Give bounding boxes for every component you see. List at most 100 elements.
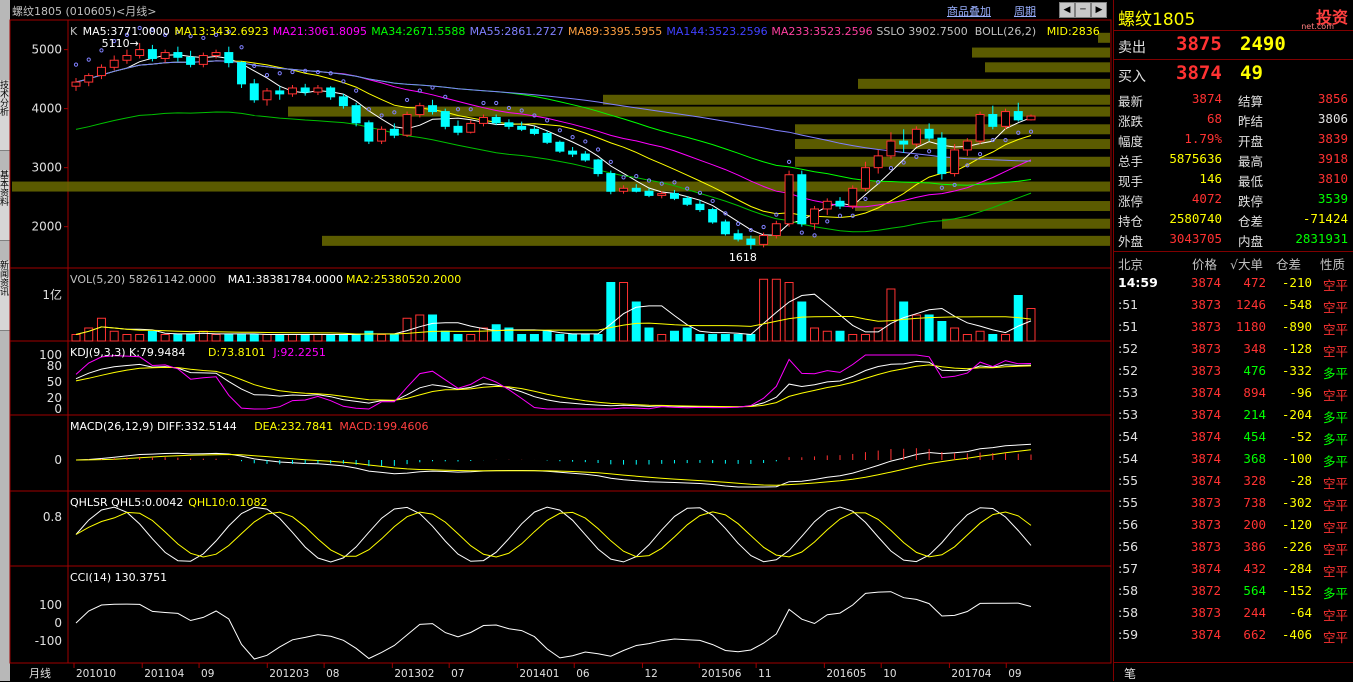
volume-bar <box>517 334 527 342</box>
x-axis-label: 09 <box>201 668 214 680</box>
volume-bar <box>682 327 692 342</box>
candle <box>848 185 858 209</box>
bid-volume: 49 <box>1240 62 1263 84</box>
candle-body <box>96 66 106 77</box>
volume-bar <box>109 330 119 342</box>
tick-row[interactable]: :54 3874 368 -100 多平 <box>1114 448 1353 470</box>
candle-body <box>657 193 667 196</box>
chart-area[interactable]: 50004000300020005110→16181亿100805020000.… <box>0 0 1113 681</box>
tick-row[interactable]: :56 3873 200 -120 空平 <box>1114 514 1353 536</box>
volume-bar <box>1026 308 1036 342</box>
quote-value: 4072 <box>1191 191 1222 206</box>
candle-body <box>440 111 450 127</box>
tick-nature: 多平 <box>1322 454 1348 469</box>
candle <box>797 170 807 227</box>
x-axis-period-label: 月线 <box>29 666 51 680</box>
candle-body <box>249 83 259 101</box>
sr-band <box>985 62 1110 73</box>
tick-row[interactable]: :51 3873 1246 -548 空平 <box>1114 294 1353 316</box>
volume-bar <box>759 278 769 342</box>
tick-row[interactable]: :52 3873 476 -332 多平 <box>1114 360 1353 382</box>
kdj-y-tick-label: 50 <box>47 375 62 389</box>
candle-body <box>733 233 743 240</box>
volume-bar <box>555 334 565 342</box>
tick-volume: 386 <box>1243 539 1266 554</box>
tick-row[interactable]: :57 3874 432 -284 空平 <box>1114 558 1353 580</box>
tick-volume: 348 <box>1243 341 1266 356</box>
x-axis-label: 201401 <box>519 668 559 680</box>
tick-price: 3874 <box>1190 385 1221 400</box>
quote-label: 内盘 <box>1238 234 1264 249</box>
tick-time: :59 <box>1118 627 1139 642</box>
tick-nature: 多平 <box>1322 366 1348 381</box>
quote-row: 现手 146 最低 3810 <box>1114 169 1353 189</box>
main-legend-6: MA89:3395.5955 <box>568 25 662 38</box>
quote-value: 68 <box>1206 111 1222 126</box>
tick-row[interactable]: :55 3874 328 -28 空平 <box>1114 470 1353 492</box>
sr-band <box>942 218 1110 229</box>
candle-body <box>198 55 208 65</box>
tick-volume: 368 <box>1243 451 1266 466</box>
volume-bar <box>644 327 654 342</box>
tick-row[interactable]: :51 3873 1180 -890 空平 <box>1114 316 1353 338</box>
tick-row[interactable]: :54 3874 454 -52 多平 <box>1114 426 1353 448</box>
kdj-y-tick-label: 0 <box>54 402 62 416</box>
tick-row[interactable]: :59 3874 662 -406 空平 <box>1114 624 1353 646</box>
tick-volume: 738 <box>1243 495 1266 510</box>
candle-body <box>580 153 590 161</box>
quote-label: 仓差 <box>1238 214 1264 229</box>
volume-bar <box>593 334 603 342</box>
x-axis-label: 11 <box>758 668 771 680</box>
tick-row[interactable]: :58 3872 564 -152 多平 <box>1114 580 1353 602</box>
candle-body <box>950 149 960 175</box>
tick-row[interactable]: :53 3874 894 -96 空平 <box>1114 382 1353 404</box>
tick-row[interactable]: :55 3873 738 -302 空平 <box>1114 492 1353 514</box>
tab-trades[interactable]: 笔 <box>1124 665 1136 682</box>
volume-bar <box>237 334 247 342</box>
tick-oi-change: -100 <box>1281 451 1312 466</box>
candle-body <box>1026 115 1036 121</box>
candle-body <box>606 173 616 192</box>
qhlsr-legend-0: QHLSR QHL5:0.0042 <box>70 496 183 509</box>
tick-row[interactable]: :56 3873 386 -226 空平 <box>1114 536 1353 558</box>
vol-legend-1: MA1:38381784.0000 <box>228 273 343 286</box>
volume-bar <box>1001 334 1011 342</box>
tick-oi-change: -226 <box>1281 539 1312 554</box>
quote-row: 总手 5875636 最高 3918 <box>1114 149 1353 169</box>
volume-bar <box>466 334 476 342</box>
quote-value: 3043705 <box>1169 231 1222 246</box>
candle-body <box>720 221 730 235</box>
volume-bar <box>377 334 387 342</box>
tick-oi-change: -890 <box>1281 319 1312 334</box>
quote-label: 涨跌 <box>1118 114 1144 129</box>
candle-body <box>937 137 947 175</box>
candle-body <box>224 52 234 64</box>
x-axis-label: 12 <box>644 668 657 680</box>
volume-bar <box>338 334 348 342</box>
tick-volume: 1180 <box>1235 319 1266 334</box>
candle-body <box>135 49 145 57</box>
volume-bar <box>720 334 730 342</box>
volume-bar <box>606 282 616 342</box>
candle-body <box>962 140 972 151</box>
tick-time: 14:59 <box>1118 275 1158 290</box>
candle-body <box>873 155 883 169</box>
tick-time: :54 <box>1118 429 1139 444</box>
candle-body <box>542 132 552 143</box>
tick-price: 3873 <box>1190 297 1221 312</box>
tick-nature: 空平 <box>1322 388 1348 403</box>
tick-nature: 空平 <box>1322 300 1348 315</box>
volume-bar <box>733 334 743 342</box>
tick-row[interactable]: 14:59 3874 472 -210 空平 <box>1114 272 1353 294</box>
x-axis-label: 201104 <box>144 668 184 680</box>
candle-body <box>644 190 654 196</box>
tick-row[interactable]: :52 3873 348 -128 空平 <box>1114 338 1353 360</box>
bid-row: 买入 3874 49 <box>1114 59 1353 88</box>
candle <box>911 126 921 147</box>
tick-row[interactable]: :53 3874 214 -204 多平 <box>1114 404 1353 426</box>
candle-body <box>287 87 297 95</box>
sr-band <box>12 181 1110 192</box>
volume-bar <box>988 334 998 342</box>
candle-body <box>364 122 374 142</box>
tick-row[interactable]: :58 3873 244 -64 空平 <box>1114 602 1353 624</box>
